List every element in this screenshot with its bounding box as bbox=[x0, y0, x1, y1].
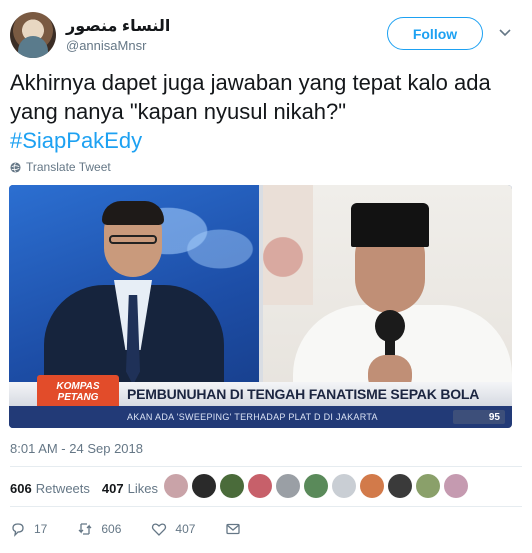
anchor-glasses bbox=[109, 235, 157, 244]
retweet-button[interactable]: 606 bbox=[77, 521, 121, 537]
show-logo-line2: PETANG bbox=[57, 392, 99, 403]
liker-avatar[interactable] bbox=[332, 474, 356, 498]
retweet-count: 606 bbox=[101, 522, 122, 536]
tweet-body: Akhirnya dapet juga jawaban yang tepat k… bbox=[10, 68, 522, 155]
tweet-actions: 17 606 407 bbox=[10, 518, 271, 540]
liker-avatar[interactable] bbox=[164, 474, 188, 498]
tweet-video[interactable]: PEMBUNUHAN DI TENGAH FANATISME SEPAK BOL… bbox=[9, 185, 512, 428]
liker-avatars bbox=[164, 474, 468, 498]
liker-avatar[interactable] bbox=[192, 474, 216, 498]
tweet-text: Akhirnya dapet juga jawaban yang tepat k… bbox=[10, 70, 491, 124]
liker-avatar[interactable] bbox=[388, 474, 412, 498]
follow-button[interactable]: Follow bbox=[387, 17, 483, 50]
show-logo-line1: KOMPAS bbox=[56, 381, 100, 392]
like-count: 407 bbox=[175, 522, 196, 536]
show-logo: KOMPAS PETANG bbox=[37, 375, 119, 409]
interviewee-peci-cap bbox=[351, 203, 429, 247]
likes-count[interactable]: 407 bbox=[102, 481, 124, 496]
liker-avatar[interactable] bbox=[444, 474, 468, 498]
engagement-stats: 606 Retweets 407 Likes bbox=[10, 478, 158, 498]
liker-avatar[interactable] bbox=[416, 474, 440, 498]
retweets-label[interactable]: Retweets bbox=[36, 481, 90, 496]
tweet-timestamp[interactable]: 8:01 AM - 24 Sep 2018 bbox=[10, 441, 143, 456]
liker-avatar[interactable] bbox=[248, 474, 272, 498]
translate-tweet-link[interactable]: Translate Tweet bbox=[10, 160, 111, 174]
reply-button[interactable]: 17 bbox=[10, 521, 47, 537]
liker-avatar[interactable] bbox=[276, 474, 300, 498]
hashtag-link[interactable]: #SiapPakEdy bbox=[10, 126, 522, 155]
tweet-header: النساء منصور @annisaMnsr Follow bbox=[10, 10, 522, 62]
heart-icon bbox=[152, 523, 167, 536]
reply-icon bbox=[12, 523, 24, 537]
divider bbox=[10, 506, 522, 507]
globe-icon bbox=[10, 161, 21, 173]
microphone-icon bbox=[375, 310, 405, 342]
chevron-down-icon[interactable] bbox=[498, 26, 512, 40]
divider bbox=[10, 466, 522, 467]
channel-badge: 95 bbox=[453, 410, 505, 424]
author-handle[interactable]: @annisaMnsr bbox=[66, 38, 146, 53]
author-avatar[interactable] bbox=[10, 12, 56, 58]
news-sub-ticker: AKAN ADA 'SWEEPING' TERHADAP PLAT D DI J… bbox=[9, 406, 512, 428]
author-display-name[interactable]: النساء منصور bbox=[66, 16, 170, 36]
background-decoration bbox=[263, 185, 313, 305]
retweets-count[interactable]: 606 bbox=[10, 481, 32, 496]
envelope-icon bbox=[226, 523, 241, 535]
translate-label[interactable]: Translate Tweet bbox=[26, 160, 111, 174]
liker-avatar[interactable] bbox=[360, 474, 384, 498]
direct-message-button[interactable] bbox=[225, 521, 241, 537]
likes-label[interactable]: Likes bbox=[128, 481, 158, 496]
retweet-icon bbox=[78, 523, 92, 535]
liker-avatar[interactable] bbox=[304, 474, 328, 498]
reply-count: 17 bbox=[34, 522, 48, 536]
like-button[interactable]: 407 bbox=[151, 521, 195, 537]
anchor-hair bbox=[102, 201, 164, 225]
liker-avatar[interactable] bbox=[220, 474, 244, 498]
